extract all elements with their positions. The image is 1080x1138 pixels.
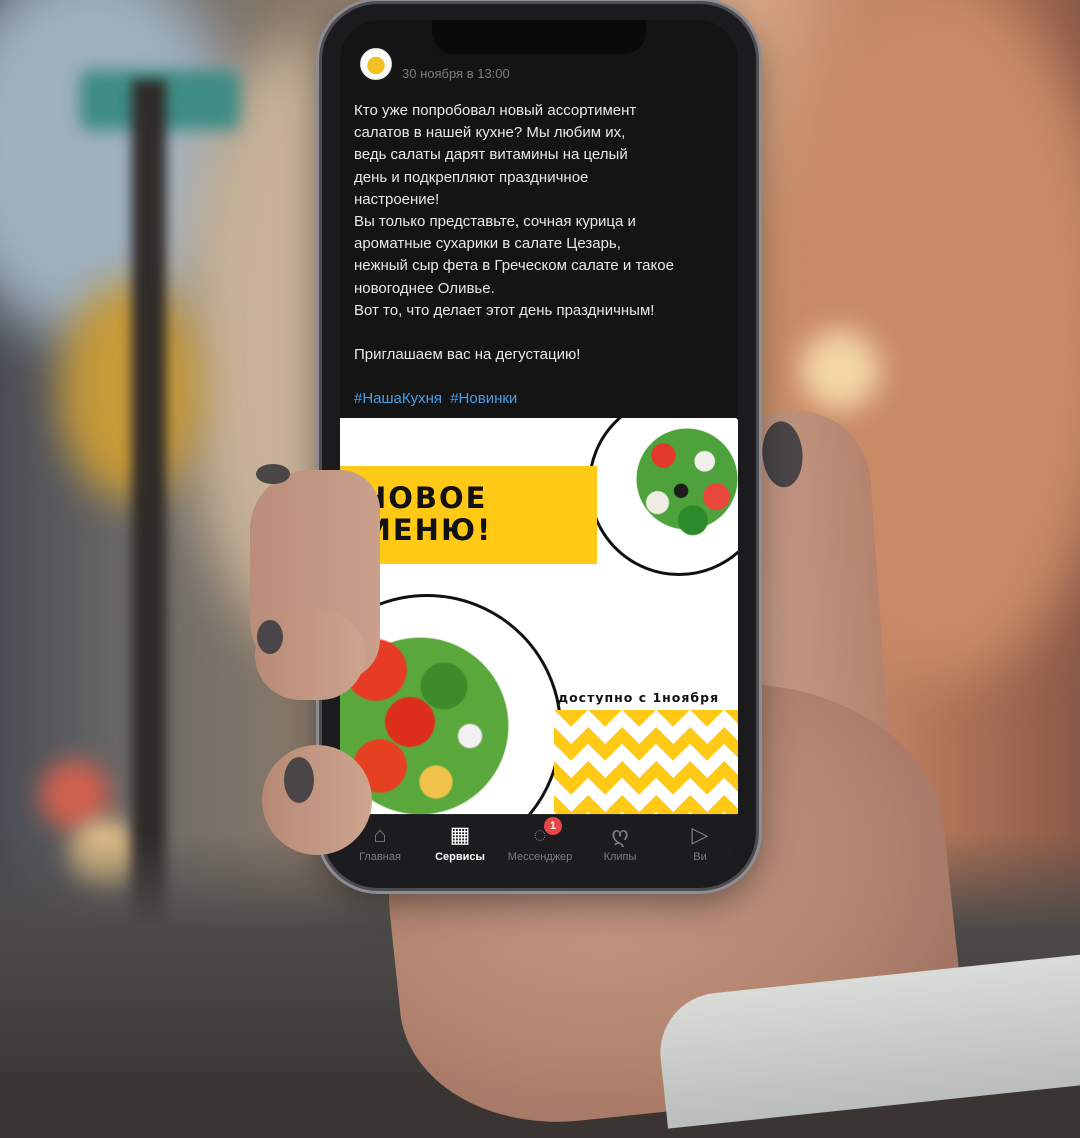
post-text-line: новогоднее Оливье. (354, 279, 495, 297)
smartphone: 30 ноября в 13:00 Кто уже попробовал нов… (322, 4, 756, 888)
tab-label: Ви (693, 851, 707, 863)
post-text: Кто уже попробовал новый ассортимент сал… (354, 100, 730, 366)
message-bubble-icon: ◌ (533, 822, 547, 847)
post-text-line: салатов в нашей кухне? Мы любим их, (354, 124, 626, 142)
tab-label: Сервисы (435, 851, 485, 863)
hashtag-link[interactable]: #НашаКухня (354, 390, 442, 407)
promo-headline: НОВОЕ МЕНЮ! (362, 481, 493, 547)
hashtag-link[interactable]: #Новинки (450, 390, 517, 407)
greek-salad (628, 420, 738, 538)
post-text-line: Приглашаем вас на дегустацию! (354, 346, 581, 364)
unread-badge: 1 (544, 817, 562, 835)
tab-messenger[interactable]: ◌ 1 Мессенджер (500, 817, 580, 863)
post-text-line: ведь салаты дарят витамины на целый (354, 146, 628, 164)
tab-services[interactable]: ▦ Сервисы (420, 821, 500, 863)
tab-label: Мессенджер (507, 851, 573, 863)
fingernail (257, 620, 283, 654)
hand-finger (262, 745, 372, 855)
sign-blur (60, 280, 200, 500)
post-text-line: настроение! (354, 190, 440, 208)
tab-label: Главная (359, 851, 401, 863)
post-text-line: день и подкрепляют праздничное (354, 168, 589, 186)
post-hashtags: #НашаКухня #Новинки (354, 390, 521, 407)
phone-screen: 30 ноября в 13:00 Кто уже попробовал нов… (340, 20, 738, 874)
fingernail (760, 420, 805, 489)
tab-clips[interactable]: ღ Клипы (580, 821, 660, 863)
services-grid-icon: ▦ (449, 822, 471, 847)
post-text-line: Вот то, что делает этот день праздничным… (354, 301, 655, 319)
post-text-line: Кто уже попробовал новый ассортимент (354, 102, 637, 119)
fingernail (256, 464, 290, 484)
hand-finger (255, 610, 365, 700)
bottom-tab-bar: ⌂ Главная ▦ Сервисы ◌ 1 Мессенджер ღ Кли… (340, 814, 738, 874)
zigzag-pattern (554, 710, 738, 814)
promo-availability: доступно с 1ноября (558, 690, 720, 705)
post-header: 30 ноября в 13:00 (340, 48, 738, 90)
light-bokeh (800, 330, 880, 410)
post-date: 30 ноября в 13:00 (402, 66, 510, 81)
tab-video[interactable]: ▷ Ви (660, 821, 738, 863)
post-text-line: нежный сыр фета в Греческом салате и так… (354, 257, 674, 275)
clips-icon: ღ (611, 822, 629, 847)
fingernail (284, 757, 314, 803)
promo-image[interactable]: НОВОЕ МЕНЮ! доступно с 1ноября (340, 418, 738, 814)
post-text-line: ароматные сухарики в салате Цезарь, (354, 235, 621, 253)
community-avatar[interactable] (360, 48, 392, 80)
post-text-gap (354, 322, 730, 344)
video-play-icon: ▷ (691, 822, 709, 847)
tab-label: Клипы (603, 851, 637, 863)
post-text-line: Вы только представьте, сочная курица и (354, 213, 636, 231)
phone-notch (432, 20, 646, 54)
